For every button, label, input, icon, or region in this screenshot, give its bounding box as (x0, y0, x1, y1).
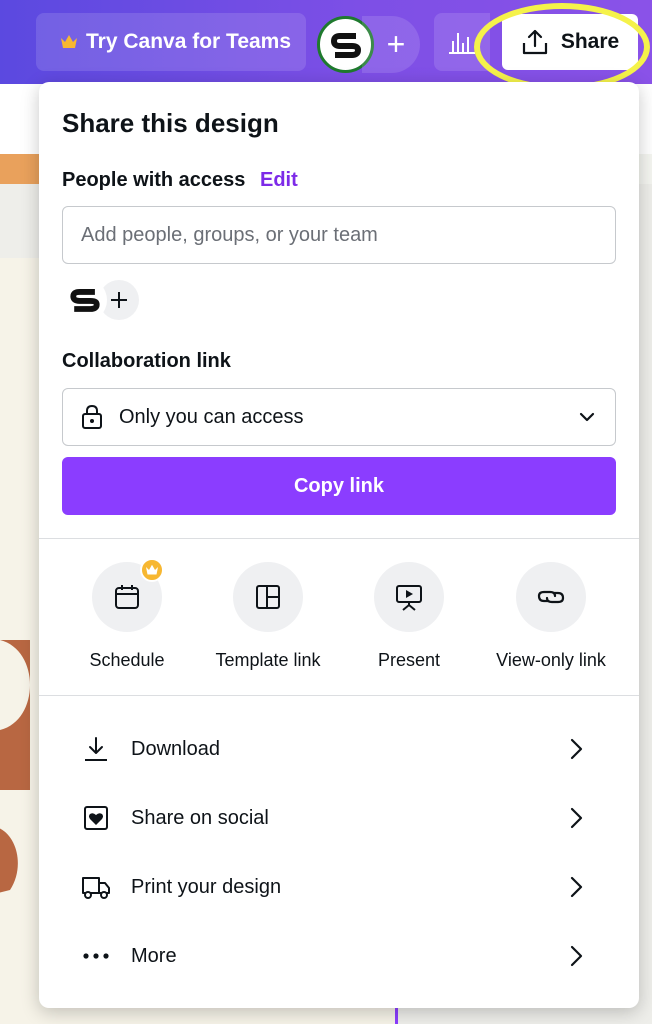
template-link-option[interactable]: Template link (198, 562, 338, 671)
lock-icon (81, 404, 103, 430)
divider (39, 538, 639, 539)
crown-icon (60, 34, 78, 50)
divider (39, 695, 639, 696)
chevron-right-icon (567, 875, 585, 899)
link-access-dropdown[interactable]: Only you can access (62, 388, 616, 446)
present-icon (396, 585, 422, 611)
add-collaborator-button[interactable]: + (362, 16, 420, 73)
share-button[interactable]: Share (502, 14, 638, 70)
people-with-access-label: People with access (62, 169, 246, 191)
try-teams-label: Try Canva for Teams (86, 30, 292, 53)
heart-icon (79, 804, 113, 832)
schedule-option[interactable]: Schedule (57, 558, 197, 671)
design-artwork (0, 640, 30, 921)
schedule-icon-circle (92, 558, 164, 632)
s-logo-icon (70, 288, 100, 312)
more-row[interactable]: More (79, 932, 599, 980)
present-icon-circle (374, 562, 444, 632)
editor-topbar: Try Canva for Teams + Share (0, 0, 652, 84)
download-icon (79, 735, 113, 763)
download-label: Download (131, 737, 220, 760)
add-people-input[interactable] (62, 206, 616, 264)
template-icon (256, 585, 280, 609)
copy-link-button[interactable]: Copy link (62, 457, 616, 515)
share-on-social-row[interactable]: Share on social (79, 794, 599, 842)
link-icon-circle (516, 562, 586, 632)
template-icon-circle (233, 562, 303, 632)
view-only-link-option[interactable]: View-only link (481, 562, 621, 671)
print-design-row[interactable]: Print your design (79, 863, 599, 911)
artwork-shape (0, 640, 30, 893)
chevron-right-icon (567, 737, 585, 761)
panel-title: Share this design (62, 108, 279, 138)
view-only-link-label: View-only link (496, 650, 606, 670)
schedule-label: Schedule (89, 650, 165, 670)
try-teams-button[interactable]: Try Canva for Teams (36, 13, 306, 71)
present-option[interactable]: Present (339, 562, 479, 671)
s-logo-icon (326, 25, 365, 64)
chevron-down-icon (577, 407, 597, 427)
plus-icon: + (386, 26, 406, 62)
template-link-label: Template link (215, 650, 321, 670)
owner-avatar[interactable] (65, 280, 105, 320)
download-row[interactable]: Download (79, 725, 599, 773)
upload-icon (522, 29, 547, 55)
more-label: More (131, 944, 177, 967)
edit-access-link[interactable]: Edit (260, 169, 298, 192)
bar-chart-icon (449, 33, 475, 54)
share-label: Share (560, 30, 620, 53)
present-label: Present (377, 650, 441, 670)
print-design-label: Print your design (131, 875, 282, 898)
share-on-social-label: Share on social (131, 806, 269, 829)
link-access-value: Only you can access (119, 405, 304, 428)
chevron-right-icon (567, 806, 585, 830)
calendar-icon (115, 585, 139, 609)
truck-icon (79, 874, 113, 900)
insights-button[interactable] (434, 13, 490, 71)
canvas-thumbnail-edge (0, 154, 40, 184)
more-icon (79, 952, 113, 960)
link-icon (537, 590, 565, 604)
plus-icon (111, 292, 127, 308)
collaboration-link-label: Collaboration link (62, 350, 231, 372)
premium-crown-badge (140, 558, 164, 582)
share-panel: Share this design People with access Edi… (39, 82, 639, 1008)
chevron-right-icon (567, 944, 585, 968)
add-person-button[interactable] (99, 280, 139, 320)
